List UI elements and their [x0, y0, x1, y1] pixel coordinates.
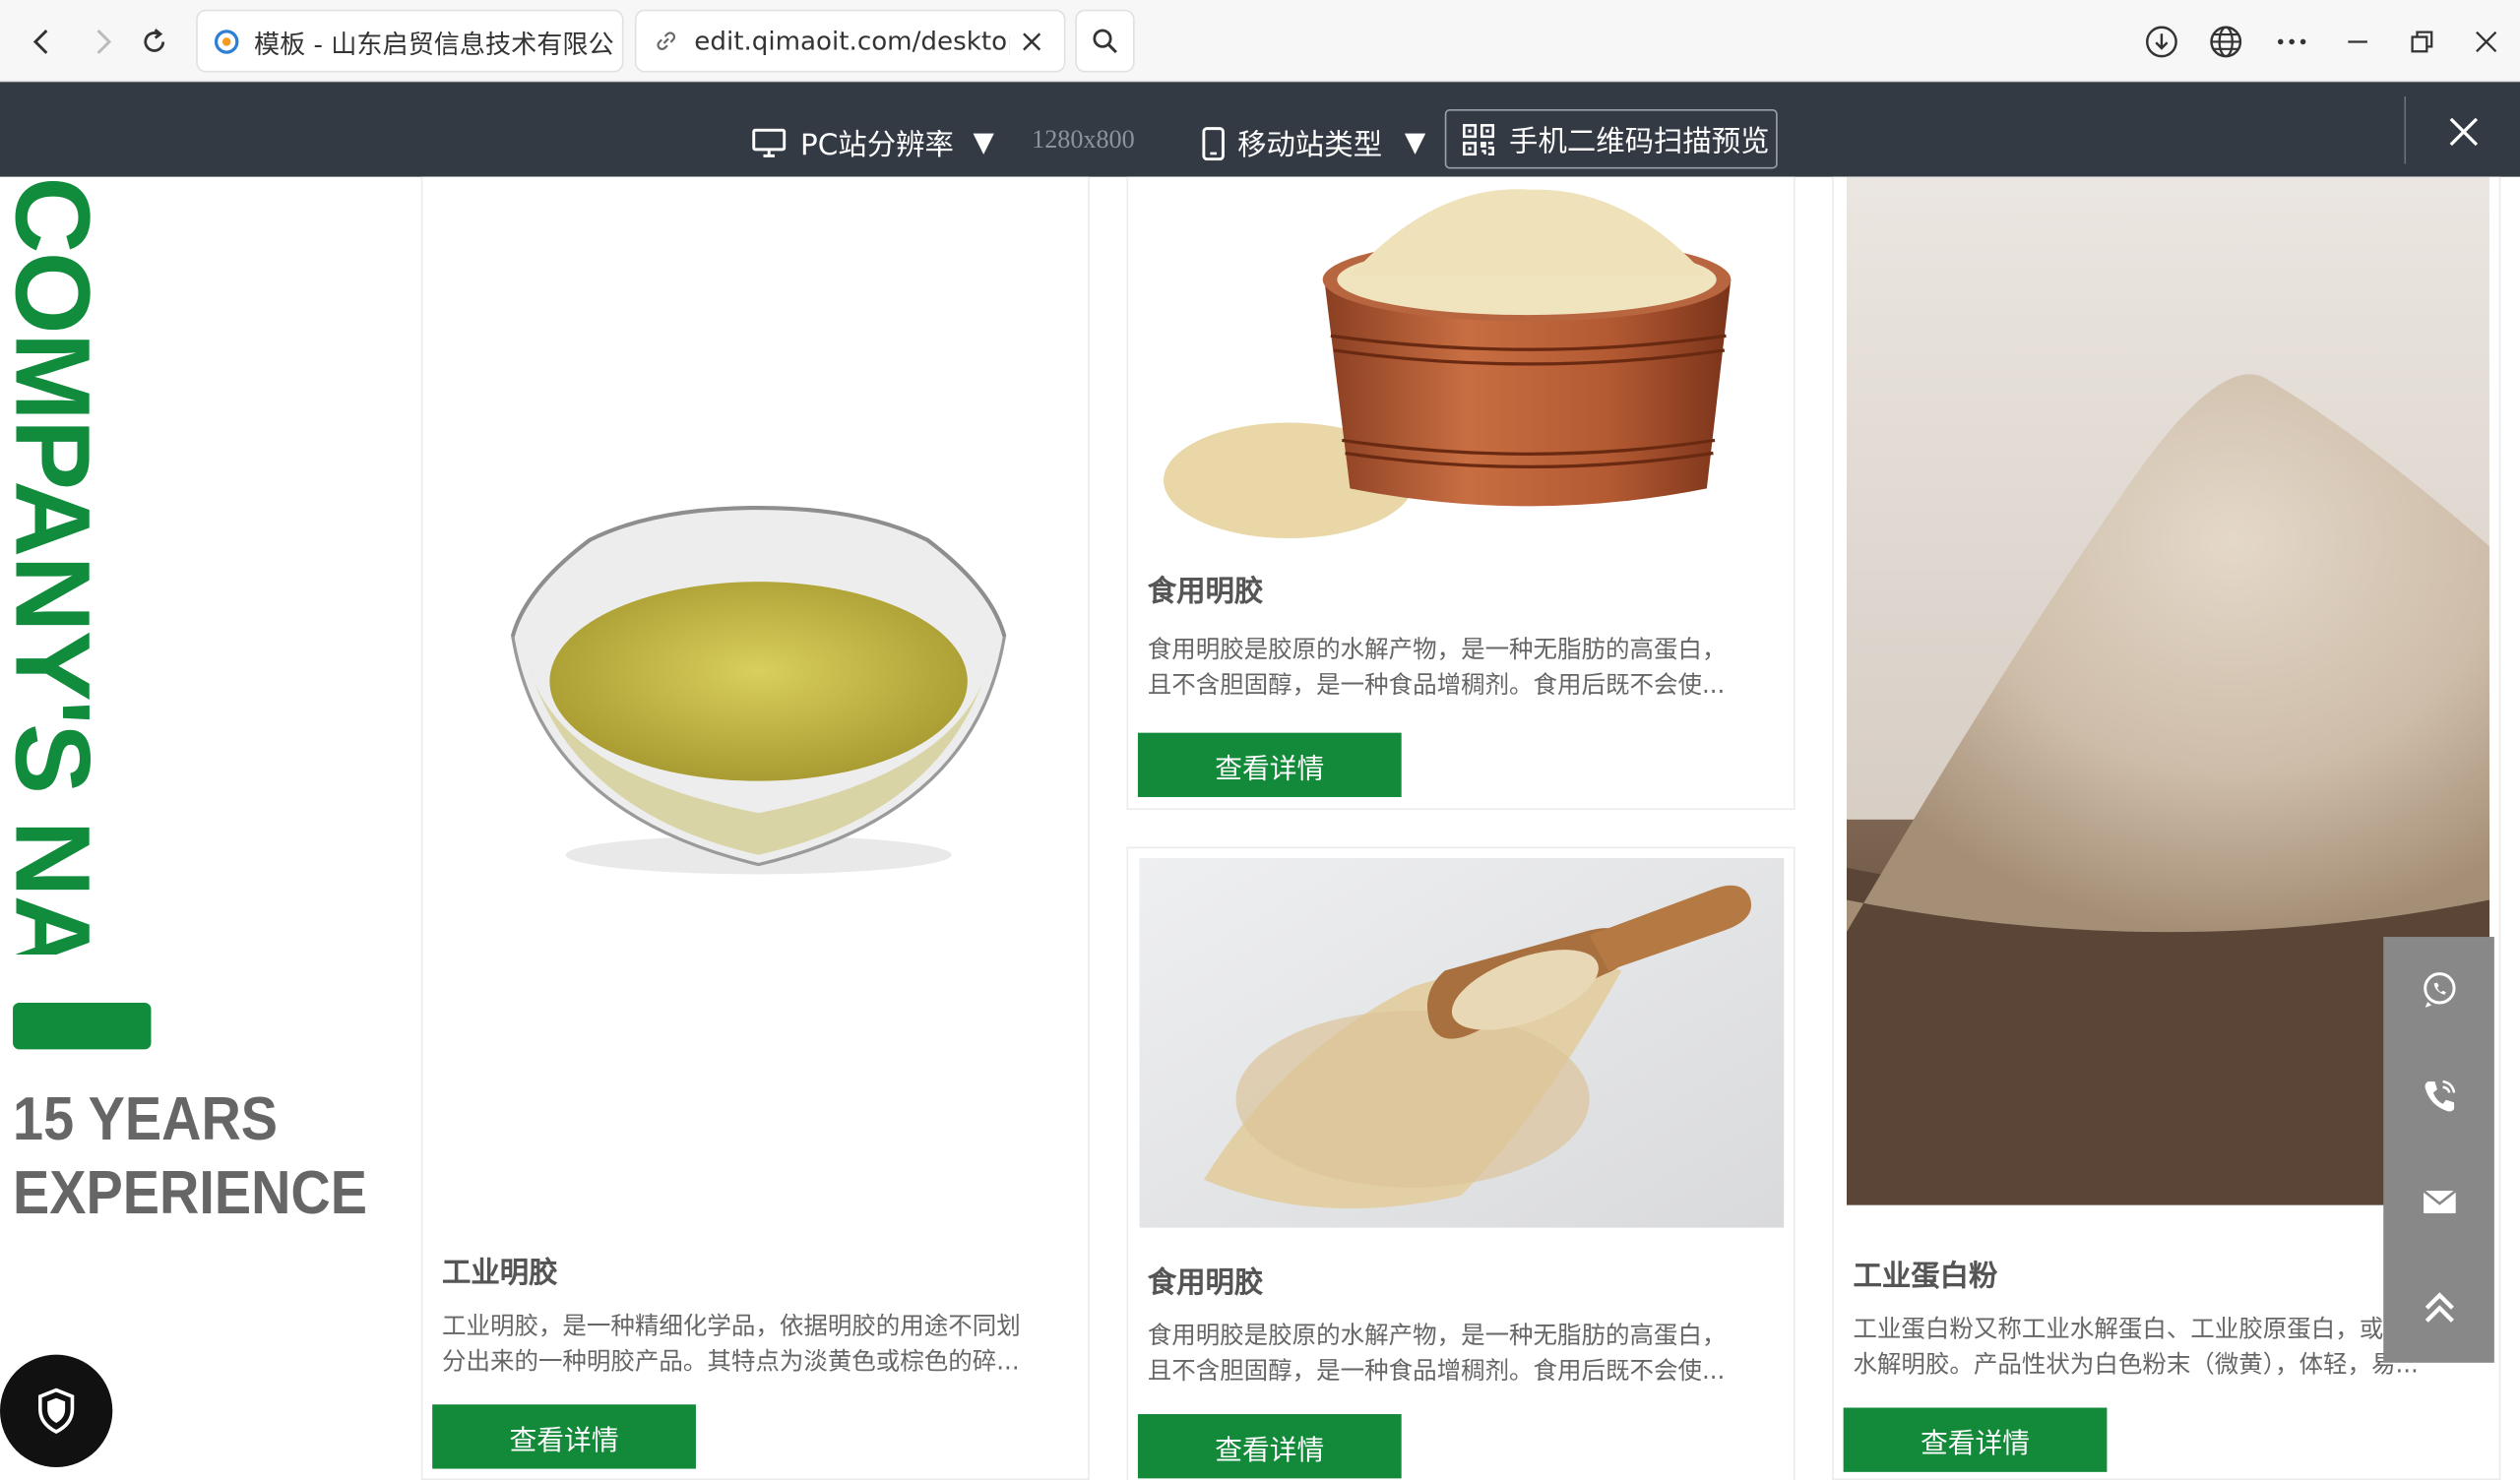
- product-title: 食用明胶: [1147, 575, 1264, 609]
- mobile-icon: [1202, 126, 1225, 160]
- close-tab-icon[interactable]: [1016, 26, 1048, 58]
- reload-icon[interactable]: [130, 18, 178, 66]
- forward-icon[interactable]: [79, 18, 127, 66]
- qr-code-icon: [1463, 123, 1495, 155]
- more-icon[interactable]: [2268, 18, 2316, 66]
- minimize-icon[interactable]: [2334, 18, 2382, 66]
- mail-icon[interactable]: [2419, 1181, 2460, 1222]
- view-details-button[interactable]: 查看详情: [1137, 732, 1402, 797]
- experience-label: EXPERIENCE: [13, 1160, 368, 1228]
- site-favicon-icon: [214, 29, 239, 54]
- product-desc-line1: 食用明胶是胶原的水解产物，是一种无脂肪的高蛋白，: [1147, 1321, 1727, 1350]
- mobile-type-dropdown[interactable]: 移动站类型 ▼: [1202, 122, 1425, 163]
- product-card[interactable]: 食用明胶 食用明胶是胶原的水解产物，是一种无脂肪的高蛋白， 且不含胆固醇，是一种…: [1126, 176, 1796, 811]
- resolution-value: 1280x800: [1032, 127, 1135, 154]
- back-to-top-icon[interactable]: [2419, 1287, 2460, 1328]
- tab-editor[interactable]: edit.qimaoit.com/desktop/h: [634, 9, 1066, 73]
- experience-years: 15 YEARS: [13, 1085, 279, 1154]
- pc-resolution-label: PC站分辨率: [800, 128, 954, 162]
- company-name-vertical: COMPANY'S NAME: [7, 177, 100, 955]
- product-title: 食用明胶: [1147, 1265, 1264, 1301]
- mobile-type-label: 移动站类型: [1237, 128, 1383, 162]
- view-details-button[interactable]: 查看详情: [432, 1404, 696, 1469]
- product-image: [493, 492, 1024, 894]
- product-desc-line2: 水解明胶。产品性状为白色粉末（微黄），体轻，易...: [1853, 1349, 2419, 1380]
- product-image: [1139, 858, 1785, 1228]
- link-icon: [654, 29, 677, 52]
- search-icon[interactable]: [1075, 9, 1135, 73]
- chevron-down-icon: ▼: [1404, 127, 1426, 159]
- shield-icon[interactable]: [0, 1354, 113, 1467]
- globe-icon[interactable]: [2202, 18, 2250, 66]
- view-details-button[interactable]: 查看详情: [1137, 1414, 1402, 1479]
- qr-preview-button[interactable]: 手机二维码扫描预览: [1444, 109, 1778, 169]
- close-preview-icon[interactable]: [2443, 111, 2485, 153]
- product-desc-line2: 分出来的一种明胶产品。其特点为淡黄色或棕色的碎...: [441, 1346, 1020, 1376]
- product-desc-line2: 且不含胆固醇，是一种食品增稠剂。食用后既不会使...: [1147, 669, 1726, 700]
- accent-bar: [13, 1002, 152, 1050]
- page: 模板 - 山东启贸信息技术有限公司 edit.qimaoit.com/deskt…: [0, 0, 2520, 1480]
- chevron-down-icon: ▼: [973, 127, 994, 159]
- toolbar-divider: [2404, 95, 2407, 164]
- product-desc-line1: 食用明胶是胶原的水解产物，是一种无脂肪的高蛋白，: [1147, 635, 1727, 664]
- browser-toolbar: 模板 - 山东启贸信息技术有限公司 edit.qimaoit.com/deskt…: [0, 0, 2520, 83]
- close-icon[interactable]: [2462, 18, 2510, 66]
- restore-icon[interactable]: [2398, 18, 2446, 66]
- product-desc-line1: 工业明胶，是一种精细化学品，依据明胶的用途不同划: [441, 1311, 1021, 1340]
- product-card[interactable]: 食用明胶 食用明胶是胶原的水解产物，是一种无脂肪的高蛋白， 且不含胆固醇，是一种…: [1126, 846, 1796, 1480]
- phone-icon[interactable]: [2419, 1075, 2460, 1116]
- download-icon[interactable]: [2137, 18, 2185, 66]
- product-card[interactable]: 工业明胶 工业明胶，是一种精细化学品，依据明胶的用途不同划 分出来的一种明胶产品…: [420, 176, 1090, 1480]
- tab-label: 模板 - 山东启贸信息技术有限公司: [253, 28, 616, 59]
- product-desc-line2: 且不含胆固醇，是一种食品增稠剂。食用后既不会使...: [1147, 1356, 1726, 1386]
- view-details-button[interactable]: 查看详情: [1843, 1407, 2108, 1472]
- company-name: COMPANY'S NAME: [6, 176, 100, 955]
- product-desc-line1: 工业蛋白粉又称工业水解蛋白、工业胶原蛋白，或工业: [1853, 1314, 2432, 1344]
- monitor-icon: [752, 128, 787, 157]
- whatsapp-icon[interactable]: [2419, 969, 2460, 1011]
- pc-resolution-dropdown[interactable]: PC站分辨率 ▼: [752, 122, 994, 163]
- tab-label: edit.qimaoit.com/desktop/h: [694, 26, 1009, 57]
- back-icon[interactable]: [18, 18, 66, 66]
- product-title: 工业明胶: [441, 1257, 558, 1291]
- qr-preview-label: 手机二维码扫描预览: [1509, 124, 1770, 158]
- tab-template[interactable]: 模板 - 山东启贸信息技术有限公司: [196, 9, 624, 73]
- product-image: [1161, 183, 1771, 546]
- contact-float-bar: [2383, 937, 2494, 1363]
- product-title: 工业蛋白粉: [1853, 1260, 1998, 1294]
